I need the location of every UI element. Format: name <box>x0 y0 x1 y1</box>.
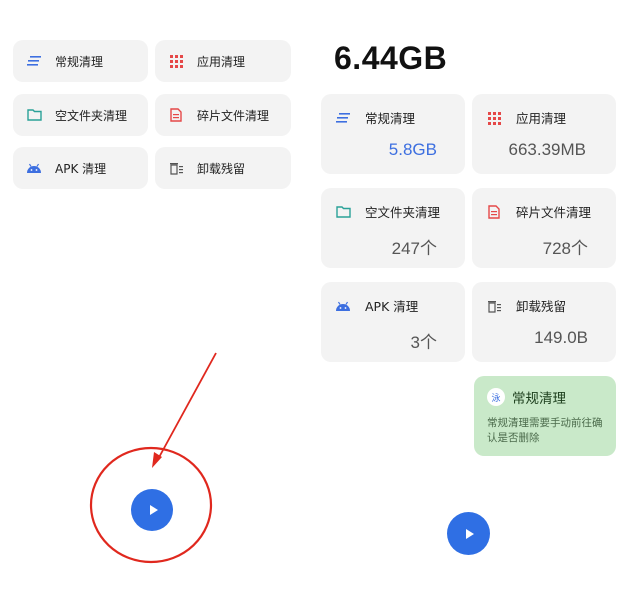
left-card-uninstall-residue[interactable]: 卸载残留 <box>155 147 291 189</box>
tip-card: 泳 常规清理 常规清理需要手动前往确认是否删除 <box>474 376 616 456</box>
tip-text: 常规清理需要手动前往确认是否删除 <box>487 417 603 444</box>
android-icon <box>26 160 42 176</box>
folder-icon <box>26 107 42 123</box>
document-icon <box>486 204 502 220</box>
card-uninstall-residue[interactable]: 卸载残留 149.0B <box>472 282 616 362</box>
app-logo-icon: 泳 <box>487 388 505 406</box>
card-value: 663.39MB <box>508 140 587 159</box>
annotation-arrow-head <box>152 452 162 468</box>
lines-icon <box>335 110 351 126</box>
card-label: 空文件夹清理 <box>365 205 441 220</box>
card-label: 卸载残留 <box>516 299 567 314</box>
trash-icon <box>486 298 502 314</box>
left-card-label: APK 清理 <box>55 161 107 176</box>
left-card-empty-folder-clean[interactable]: 空文件夹清理 <box>13 94 148 136</box>
card-value: 5.8GB <box>388 140 437 159</box>
card-label: 常规清理 <box>365 111 416 126</box>
app-grid-icon <box>168 53 184 69</box>
folder-icon <box>335 204 351 220</box>
start-clean-button-right[interactable] <box>447 512 490 555</box>
left-card-apk-clean[interactable]: APK 清理 <box>13 147 148 189</box>
android-icon <box>335 298 351 314</box>
card-label: APK 清理 <box>365 299 419 314</box>
play-icon <box>466 528 474 539</box>
play-icon <box>149 505 158 515</box>
annotation-arrow-line <box>156 352 217 462</box>
card-empty-folder-clean[interactable]: 空文件夹清理 247个 <box>321 188 465 268</box>
tip-title: 常规清理 <box>512 391 566 407</box>
trash-icon <box>168 160 184 176</box>
card-value: 728个 <box>542 239 588 258</box>
lines-icon <box>26 53 42 69</box>
screen: 常规清理 应用清理 空文件夹清理 碎片文件清理 APK 清理 卸载残留 6.44… <box>0 0 640 593</box>
app-grid-icon <box>486 110 502 126</box>
card-label: 碎片文件清理 <box>516 205 592 220</box>
left-card-fragment-clean[interactable]: 碎片文件清理 <box>155 94 291 136</box>
start-clean-button-left[interactable] <box>131 489 173 531</box>
left-card-label: 卸载残留 <box>197 161 246 176</box>
left-card-label: 空文件夹清理 <box>55 108 128 123</box>
total-junk-size: 6.44GB <box>334 40 448 76</box>
card-value: 3个 <box>410 333 437 352</box>
card-apk-clean[interactable]: APK 清理 3个 <box>321 282 465 362</box>
card-fragment-clean[interactable]: 碎片文件清理 728个 <box>472 188 616 268</box>
card-general-clean[interactable]: 常规清理 5.8GB <box>321 94 465 174</box>
card-label: 应用清理 <box>516 111 567 126</box>
document-icon <box>168 107 184 123</box>
left-card-label: 碎片文件清理 <box>197 108 270 123</box>
left-card-general-clean[interactable]: 常规清理 <box>13 40 148 82</box>
card-value: 247个 <box>391 239 437 258</box>
card-value: 149.0B <box>534 328 588 347</box>
left-card-label: 应用清理 <box>197 54 246 69</box>
card-app-clean[interactable]: 应用清理 663.39MB <box>472 94 616 174</box>
left-card-label: 常规清理 <box>55 54 104 69</box>
left-card-app-clean[interactable]: 应用清理 <box>155 40 291 82</box>
